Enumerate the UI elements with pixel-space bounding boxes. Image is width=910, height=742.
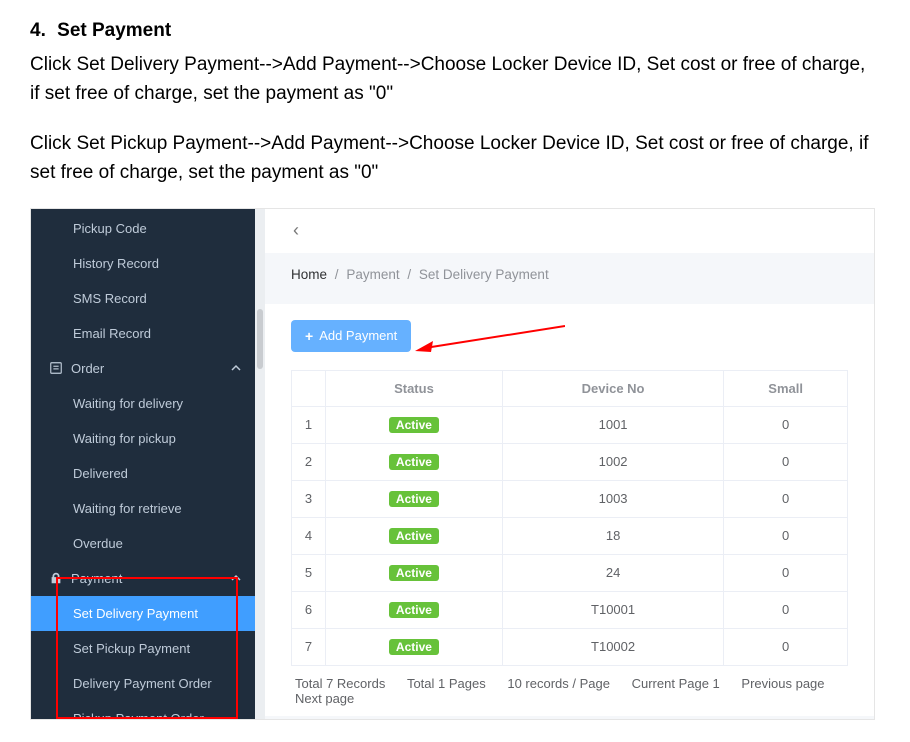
status-badge: Active [389,639,439,655]
annotation-arrow [415,324,565,352]
cell-device-no: 1002 [502,443,723,480]
cell-small: 0 [724,443,848,480]
doc-paragraph-2: Click Set Pickup Payment-->Add Payment--… [30,129,880,188]
sidebar-item-email-record[interactable]: Email Record [31,316,265,351]
cell-device-no: 24 [502,554,723,591]
scrollbar-thumb[interactable] [257,309,263,369]
cell-device-no: 1001 [502,406,723,443]
sidebar-item-sms-record[interactable]: SMS Record [31,281,265,316]
cell-status: Active [326,591,503,628]
plus-icon: + [305,328,313,344]
cell-small: 0 [724,628,848,665]
heading-number: 4. [30,20,46,41]
pager-total-pages: Total 1 Pages [407,676,486,691]
chevron-up-icon [231,361,241,376]
cell-index: 7 [292,628,326,665]
col-index [292,370,326,406]
cell-status: Active [326,480,503,517]
sidebar-item-overdue[interactable]: Overdue [31,526,265,561]
cell-small: 0 [724,480,848,517]
add-payment-button[interactable]: + Add Payment [291,320,411,352]
table-header-row: Status Device No Small [292,370,848,406]
sidebar: Pickup Code History Record SMS Record Em… [31,209,265,719]
breadcrumb-sep: / [335,267,339,282]
pager-prev[interactable]: Previous page [741,676,824,691]
pager-per-page[interactable]: 10 records / Page [507,676,610,691]
sidebar-item-pickup-code[interactable]: Pickup Code [31,211,265,246]
cell-device-no: T10001 [502,591,723,628]
cell-device-no: T10002 [502,628,723,665]
add-payment-label: Add Payment [319,328,397,343]
cell-small: 0 [724,591,848,628]
cell-index: 4 [292,517,326,554]
cell-small: 0 [724,406,848,443]
table-row[interactable]: 6 Active T100010 [292,591,848,628]
cell-index: 1 [292,406,326,443]
table-row[interactable]: 7 Active T100020 [292,628,848,665]
sidebar-section-payment[interactable]: Payment [31,561,265,596]
sidebar-item-pickup-payment-order[interactable]: Pickup Payment Order [31,701,265,720]
breadcrumb: Home / Payment / Set Delivery Payment [265,253,874,292]
cell-status: Active [326,443,503,480]
sidebar-item-delivery-payment-order[interactable]: Delivery Payment Order [31,666,265,701]
pager-next[interactable]: Next page [295,691,354,706]
cell-small: 0 [724,517,848,554]
cell-status: Active [326,517,503,554]
status-badge: Active [389,565,439,581]
cell-index: 5 [292,554,326,591]
sidebar-item-waiting-pickup[interactable]: Waiting for pickup [31,421,265,456]
breadcrumb-current: Set Delivery Payment [419,267,549,282]
col-device-no: Device No [502,370,723,406]
screenshot: Pickup Code History Record SMS Record Em… [30,208,875,720]
sidebar-item-delivered[interactable]: Delivered [31,456,265,491]
sidebar-item-waiting-delivery[interactable]: Waiting for delivery [31,386,265,421]
pager-current: Current Page 1 [632,676,720,691]
doc-heading: 4. Set Payment [30,20,880,42]
status-badge: Active [389,454,439,470]
table-row[interactable]: 1 Active 10010 [292,406,848,443]
cell-index: 3 [292,480,326,517]
status-badge: Active [389,528,439,544]
col-status: Status [326,370,503,406]
cell-index: 2 [292,443,326,480]
sidebar-section-order-label: Order [71,361,104,376]
cell-small: 0 [724,554,848,591]
status-badge: Active [389,417,439,433]
status-badge: Active [389,602,439,618]
order-icon [49,361,63,375]
breadcrumb-sep: / [407,267,411,282]
col-small: Small [724,370,848,406]
heading-text: Set Payment [57,20,171,41]
cell-index: 6 [292,591,326,628]
sidebar-item-history-record[interactable]: History Record [31,246,265,281]
breadcrumb-payment[interactable]: Payment [346,267,399,282]
table-row[interactable]: 4 Active 180 [292,517,848,554]
main-area: ‹ Home / Payment / Set Delivery Payment … [265,209,874,719]
status-badge: Active [389,491,439,507]
cell-status: Active [326,554,503,591]
doc-paragraph-1: Click Set Delivery Payment-->Add Payment… [30,50,880,109]
cell-device-no: 18 [502,517,723,554]
collapse-sidebar-icon[interactable]: ‹ [293,220,299,241]
topbar: ‹ [265,209,874,253]
cell-device-no: 1003 [502,480,723,517]
sidebar-scrollbar[interactable] [255,209,265,719]
table-row[interactable]: 3 Active 10030 [292,480,848,517]
table-row[interactable]: 5 Active 240 [292,554,848,591]
content-panel: + Add Payment Status Device No Small 1 Ac… [265,304,874,716]
cell-status: Active [326,406,503,443]
payment-table: Status Device No Small 1Active100102Acti… [291,370,848,666]
sidebar-item-set-pickup-payment[interactable]: Set Pickup Payment [31,631,265,666]
sidebar-item-waiting-retrieve[interactable]: Waiting for retrieve [31,491,265,526]
sidebar-section-order[interactable]: Order [31,351,265,386]
sidebar-item-set-delivery-payment[interactable]: Set Delivery Payment [31,596,265,631]
cell-status: Active [326,628,503,665]
sidebar-section-payment-label: Payment [71,571,122,586]
pagination: Total 7 Records Total 1 Pages 10 records… [291,666,848,706]
breadcrumb-home[interactable]: Home [291,267,327,282]
pager-total-records: Total 7 Records [295,676,385,691]
payment-icon [49,571,63,585]
chevron-up-icon [231,571,241,586]
table-row[interactable]: 2 Active 10020 [292,443,848,480]
